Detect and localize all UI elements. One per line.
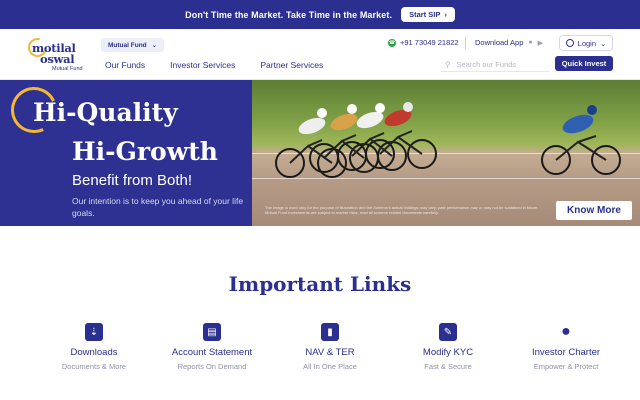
link-title: Investor Charter xyxy=(531,347,601,358)
phone-number: +91 73049 21822 xyxy=(400,38,459,47)
link-subtitle: Reports On Demand xyxy=(177,362,247,371)
quick-invest-button[interactable]: Quick Invest xyxy=(555,56,613,71)
nav-partner-services[interactable]: Partner Services xyxy=(260,60,323,70)
nav-our-funds[interactable]: Our Funds xyxy=(105,60,145,70)
site-header: motilal oswal Mutual Fund Mutual Fund ⌄ … xyxy=(0,29,640,80)
search-icon: ⚲ xyxy=(445,59,451,69)
bar-chart-icon: ▮ xyxy=(321,323,339,341)
promo-text: Don't Time the Market. Take Time in the … xyxy=(185,9,393,20)
start-sip-button[interactable]: Start SIP › xyxy=(401,7,455,22)
whatsapp-icon: ☎ xyxy=(388,38,396,47)
banner-subtext: Our intention is to keep you ahead of yo… xyxy=(72,196,244,218)
link-title: Account Statement xyxy=(171,347,253,358)
download-icon: ⇣ xyxy=(85,323,103,341)
motilal-oswal-logo[interactable]: motilal oswal Mutual Fund xyxy=(24,34,94,75)
phone-contact[interactable]: ☎ +91 73049 21822 xyxy=(388,38,459,47)
users-icon: ● xyxy=(561,323,571,340)
link-subtitle: Empower & Protect xyxy=(533,362,599,371)
login-label: Login xyxy=(577,38,597,48)
nav-investor-services[interactable]: Investor Services xyxy=(170,60,235,70)
chevron-down-icon: ⌄ xyxy=(600,38,607,48)
banner-headline-2: Hi-Growth xyxy=(72,137,218,166)
document-icon: ▤ xyxy=(203,323,221,341)
product-dropdown[interactable]: Mutual Fund ⌄ xyxy=(101,38,165,52)
banner-headline-3: Benefit from Both! xyxy=(72,172,193,189)
header-divider xyxy=(465,37,466,49)
download-app[interactable]: Download App ● ▶ xyxy=(475,38,543,47)
start-sip-label: Start SIP xyxy=(409,10,441,19)
user-icon xyxy=(565,39,574,47)
promo-bar: Don't Time the Market. Take Time in the … xyxy=(0,0,640,29)
login-button[interactable]: Login ⌄ xyxy=(559,35,613,51)
search-input[interactable]: Search our Funds xyxy=(457,60,517,69)
logo-subtitle: Mutual Fund xyxy=(52,66,83,72)
chevron-right-icon: › xyxy=(444,10,447,19)
logo-line2: oswal xyxy=(40,52,75,66)
important-links-title: Important Links xyxy=(228,272,412,296)
link-account-statement[interactable]: ▤ Account Statement Reports On Demand xyxy=(153,323,271,371)
disclaimer-line2: Mutual Fund investments are subject to m… xyxy=(265,210,439,215)
know-more-button[interactable]: Know More xyxy=(556,201,632,220)
link-downloads[interactable]: ⇣ Downloads Documents & More xyxy=(35,323,153,371)
chevron-down-icon: ⌄ xyxy=(151,42,158,49)
link-title: Downloads xyxy=(70,347,118,358)
link-title: Modify KYC xyxy=(422,347,474,358)
banner-headline-1: Hi-Quality xyxy=(33,98,178,127)
search-bar[interactable]: ⚲ Search our Funds xyxy=(441,57,549,72)
banner-disclaimer: The image is used only for the purpose o… xyxy=(265,205,555,215)
main-nav: Our Funds Investor Services Partner Serv… xyxy=(105,60,323,70)
edit-icon: ✎ xyxy=(439,323,457,341)
link-investor-charter[interactable]: ● Investor Charter Empower & Protect xyxy=(507,323,625,371)
link-title: NAV & TER xyxy=(305,347,355,358)
play-store-icon[interactable]: ▶ xyxy=(538,39,543,47)
product-dropdown-label: Mutual Fund xyxy=(108,41,147,49)
download-app-label: Download App xyxy=(475,38,524,47)
important-links-list: ⇣ Downloads Documents & More ▤ Account S… xyxy=(35,323,625,371)
link-modify-kyc[interactable]: ✎ Modify KYC Fast & Secure xyxy=(389,323,507,371)
link-nav-ter[interactable]: ▮ NAV & TER All In One Place xyxy=(271,323,389,371)
link-subtitle: All In One Place xyxy=(303,362,357,371)
link-subtitle: Documents & More xyxy=(61,362,127,371)
apple-icon[interactable]: ● xyxy=(528,39,532,46)
link-subtitle: Fast & Secure xyxy=(424,362,472,371)
